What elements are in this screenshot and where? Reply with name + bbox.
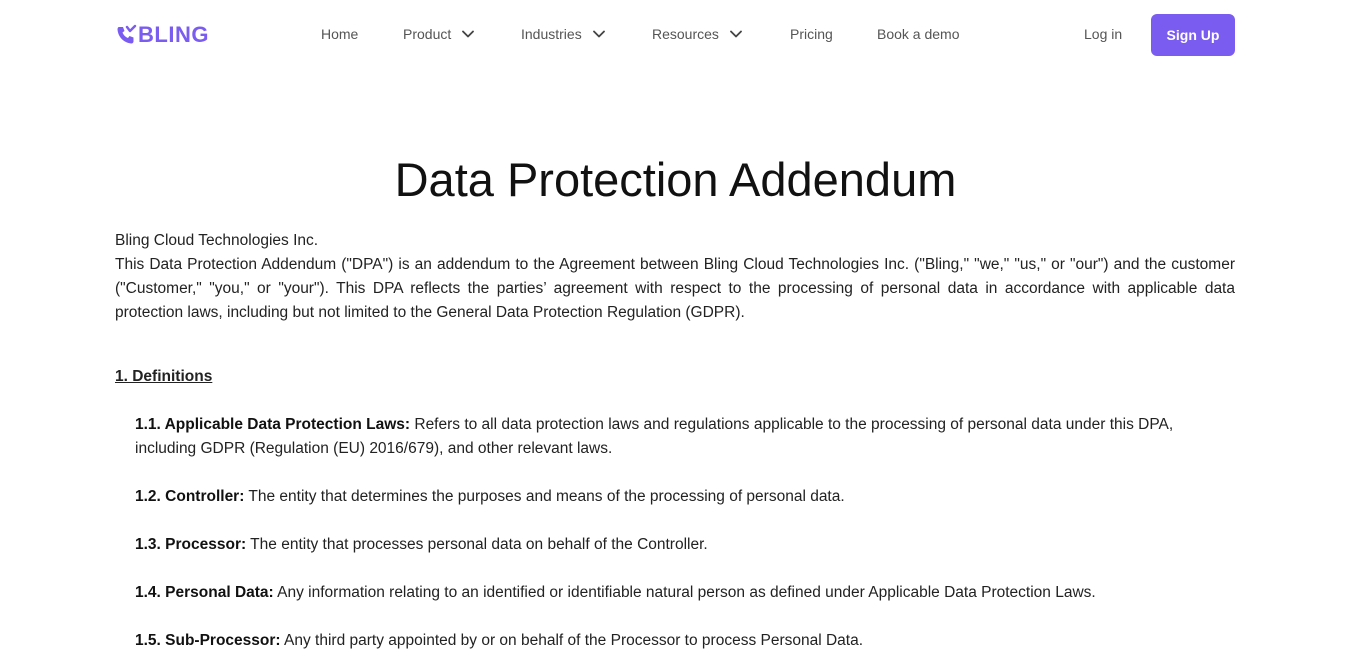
definition-item: 1.1. Applicable Data Protection Laws: Re… <box>135 413 1215 461</box>
company-name: Bling Cloud Technologies Inc. <box>115 232 319 249</box>
section-heading-definitions: 1. Definitions <box>115 368 213 385</box>
definition-item: 1.3. Processor: The entity that processe… <box>135 533 1215 557</box>
page-title: Data Protection Addendum <box>394 153 957 206</box>
login-link[interactable]: Log in <box>1084 26 1122 42</box>
nav-pricing[interactable]: Pricing <box>790 26 833 42</box>
chevron-down-icon <box>592 30 605 38</box>
definition-item: 1.4. Personal Data: Any information rela… <box>135 581 1215 605</box>
definition-term: 1.3. Processor: <box>135 536 247 553</box>
definition-text: Any information relating to an identifie… <box>273 584 1096 601</box>
phone-logo-icon <box>117 24 137 44</box>
chevron-down-icon <box>730 30 742 38</box>
definition-text: Any third party appointed by or on behal… <box>280 632 864 649</box>
nav-resources-label: Resources <box>652 26 719 42</box>
definition-term: 1.4. Personal Data: <box>135 584 274 601</box>
definition-item: 1.2. Controller: The entity that determi… <box>135 485 1215 509</box>
definition-item: 1.5. Sub-Processor: Any third party appo… <box>135 629 1215 653</box>
definition-term: 1.2. Controller: <box>135 488 245 505</box>
nav-industries[interactable]: Industries <box>521 26 605 42</box>
nav-product[interactable]: Product <box>403 26 475 42</box>
intro-block: Bling Cloud Technologies Inc. This Data … <box>115 229 1235 325</box>
nav-book-demo-label: Book a demo <box>877 26 960 42</box>
nav-book-demo[interactable]: Book a demo <box>877 26 960 42</box>
chevron-down-icon <box>462 30 475 38</box>
logo-text: BLING <box>138 22 209 47</box>
definition-term: 1.5. Sub-Processor: <box>135 632 281 649</box>
definition-text: The entity that processes personal data … <box>246 536 708 553</box>
nav-industries-label: Industries <box>521 26 582 42</box>
definition-term: 1.1. Applicable Data Protection Laws: <box>135 416 411 433</box>
signup-button[interactable]: Sign Up <box>1151 14 1235 56</box>
bling-logo[interactable]: BLING <box>115 22 209 48</box>
intro-paragraph: This Data Protection Addendum ("DPA") is… <box>115 256 1235 321</box>
nav-home-label: Home <box>321 26 359 42</box>
nav-resources[interactable]: Resources <box>652 26 742 42</box>
nav-home[interactable]: Home <box>321 26 358 42</box>
nav-pricing-label: Pricing <box>790 26 833 42</box>
top-navigation: BLING Home Product Industries Resources … <box>0 0 1351 70</box>
nav-product-label: Product <box>403 26 452 42</box>
definition-text: The entity that determines the purposes … <box>244 488 845 505</box>
